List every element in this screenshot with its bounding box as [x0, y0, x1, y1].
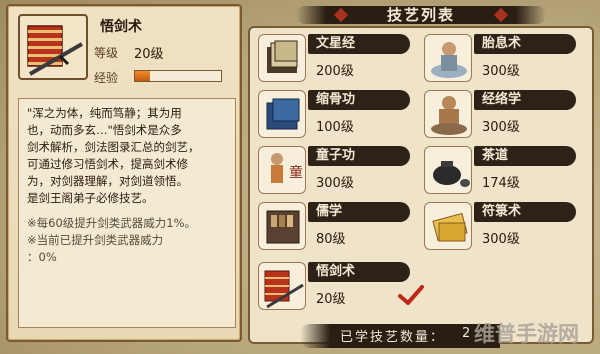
- skill-card[interactable]: 文星经 200级: [258, 30, 424, 86]
- skill-card-level: 300级: [482, 64, 520, 79]
- svg-text:童: 童: [289, 164, 303, 181]
- skill-card[interactable]: 缩骨功 100级: [258, 86, 424, 142]
- skill-card[interactable]: 经络学 300级: [424, 86, 590, 142]
- bookshelf-icon: [258, 202, 306, 250]
- child-martial-artist-icon: 童: [258, 146, 306, 194]
- skill-card[interactable]: 童童子功 300级: [258, 142, 424, 198]
- skill-list-title: 技艺列表: [386, 6, 455, 24]
- skill-card-name: 茶道: [482, 148, 509, 163]
- teapot-icon: [424, 146, 472, 194]
- sword-manual-icon: [258, 262, 306, 310]
- xp-bar: [134, 70, 222, 82]
- skill-card[interactable]: 符箓术 300级: [424, 198, 590, 254]
- skill-card-name: 文星经: [316, 36, 356, 51]
- blue-scroll-book-icon: [258, 90, 306, 138]
- skill-card-level: 100级: [316, 120, 354, 135]
- skill-detail-panel: 悟剑术 等级 20级 经验 "浑之为体，纯而笃静；其为用 也，动而多玄…"悟剑术…: [6, 4, 242, 342]
- skill-card-name: 悟剑术: [316, 264, 356, 279]
- skill-card[interactable]: 儒学 80级: [258, 198, 424, 254]
- skill-card-level: 200级: [316, 64, 354, 79]
- skill-description-box: "浑之为体，纯而笃静；其为用 也，动而多玄…"悟剑术是众多 剑术解析，剑法图录汇…: [18, 98, 236, 328]
- game-skill-screen: 悟剑术 等级 20级 经验 "浑之为体，纯而笃静；其为用 也，动而多玄…"悟剑术…: [0, 0, 600, 354]
- seated-martial-artist-icon: [424, 90, 472, 138]
- skill-card[interactable]: 胎息术 300级: [424, 30, 590, 86]
- skill-card-name: 童子功: [316, 148, 356, 163]
- sword-manual-icon: [18, 14, 88, 80]
- skill-list-header: 技艺列表: [296, 2, 546, 28]
- skill-card-name: 缩骨功: [316, 92, 356, 107]
- skill-card-level: 300级: [482, 120, 520, 135]
- book-stack-icon: [258, 34, 306, 82]
- xp-bar-fill: [135, 71, 151, 81]
- skill-card-name: 儒学: [316, 204, 343, 219]
- level-label: 等级: [94, 46, 119, 60]
- skill-card-level: 300级: [482, 232, 520, 247]
- skill-description: "浑之为体，纯而笃静；其为用 也，动而多玄…"悟剑术是众多 剑术解析，剑法图录汇…: [27, 106, 200, 205]
- skill-card[interactable]: 茶道 174级: [424, 142, 590, 198]
- skill-bonus-info: ※每60级提升剑类武器威力1%。 ※当前已提升剑类武器威力 ：0%: [27, 216, 197, 264]
- learned-count-label: 已学技艺数量：: [340, 330, 446, 345]
- skill-card-level: 20级: [316, 292, 346, 307]
- skill-card-level: 174级: [482, 176, 520, 191]
- watermark-logo: 维普手游网: [472, 318, 596, 353]
- svg-text:维普手游网: 维普手游网: [474, 322, 579, 346]
- learned-count-value: 2: [462, 326, 471, 341]
- skill-card-name: 胎息术: [482, 36, 522, 51]
- skill-card[interactable]: 悟剑术 20级: [258, 258, 424, 314]
- level-value: 20级: [134, 47, 164, 62]
- skill-title: 悟剑术: [100, 19, 142, 35]
- meditating-monk-icon: [424, 34, 472, 82]
- xp-label: 经验: [94, 71, 119, 85]
- skill-card-name: 符箓术: [482, 204, 522, 219]
- skill-card-level: 80级: [316, 232, 346, 247]
- skill-card-level: 300级: [316, 176, 354, 191]
- talisman-icon: [424, 202, 472, 250]
- skill-card-name: 经络学: [482, 92, 522, 107]
- check-icon: [398, 284, 424, 310]
